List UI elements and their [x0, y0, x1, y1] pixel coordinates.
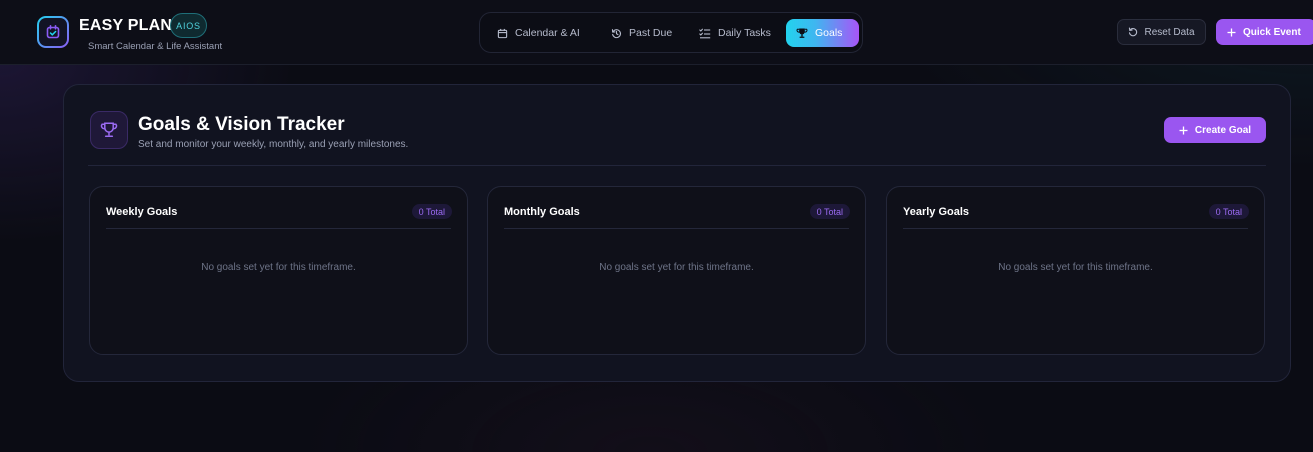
reset-data-label: Reset Data	[1144, 26, 1195, 38]
monthly-goals-card: Monthly Goals 0 Total No goals set yet f…	[487, 186, 866, 355]
count-badge: 0 Total	[411, 204, 452, 219]
divider	[504, 228, 849, 229]
tab-label: Goals	[815, 27, 843, 39]
tab-daily-tasks[interactable]: Daily Tasks	[689, 19, 781, 47]
reset-data-button[interactable]: Reset Data	[1117, 19, 1206, 45]
column-title: Monthly Goals	[504, 206, 580, 218]
divider	[88, 165, 1266, 166]
plus-icon	[1227, 28, 1236, 36]
aios-badge: AIOS	[170, 13, 207, 38]
empty-state-text: No goals set yet for this timeframe.	[599, 262, 754, 273]
app-title: EASY PLAN	[79, 17, 173, 34]
create-goal-label: Create Goal	[1194, 124, 1252, 136]
yearly-goals-card: Yearly Goals 0 Total No goals set yet fo…	[886, 186, 1265, 355]
tab-label: Calendar & AI	[515, 27, 580, 39]
quick-event-button[interactable]: Quick Event	[1216, 19, 1313, 45]
tab-calendar-ai[interactable]: Calendar & AI	[487, 19, 595, 47]
app-header: EASY PLAN AIOS Smart Calendar & Life Ass…	[0, 0, 1313, 65]
calendar-icon	[497, 28, 508, 38]
empty-state-text: No goals set yet for this timeframe.	[998, 262, 1153, 273]
create-goal-button[interactable]: Create Goal	[1164, 117, 1266, 143]
trophy-icon	[90, 111, 128, 149]
tab-goals[interactable]: Goals	[786, 19, 859, 47]
column-title: Weekly Goals	[106, 206, 178, 218]
app-subtitle: Smart Calendar & Life Assistant	[88, 41, 223, 52]
list-checks-icon	[699, 28, 711, 38]
tab-past-due[interactable]: Past Due	[601, 19, 681, 47]
trophy-icon	[796, 28, 808, 38]
page-subtitle: Set and monitor your weekly, monthly, an…	[138, 139, 409, 150]
column-title: Yearly Goals	[903, 206, 970, 218]
weekly-goals-card: Weekly Goals 0 Total No goals set yet fo…	[89, 186, 468, 355]
app-logo	[37, 16, 69, 48]
rotate-ccw-icon	[1129, 27, 1138, 37]
count-badge: 0 Total	[809, 204, 850, 219]
page-title: Goals & Vision Tracker	[138, 114, 345, 135]
plus-icon	[1179, 126, 1188, 134]
tab-label: Daily Tasks	[718, 27, 771, 39]
calendar-check-icon	[39, 18, 67, 46]
empty-state-text: No goals set yet for this timeframe.	[201, 262, 356, 273]
divider	[903, 228, 1248, 229]
tab-label: Past Due	[629, 27, 673, 39]
main-nav: Calendar & AI Past Due Daily Tasks Goals	[479, 12, 863, 53]
goals-panel: Goals & Vision Tracker Set and monitor y…	[63, 84, 1291, 382]
count-badge: 0 Total	[1208, 204, 1249, 219]
history-icon	[611, 28, 621, 38]
quick-event-label: Quick Event	[1243, 26, 1301, 38]
divider	[106, 228, 451, 229]
